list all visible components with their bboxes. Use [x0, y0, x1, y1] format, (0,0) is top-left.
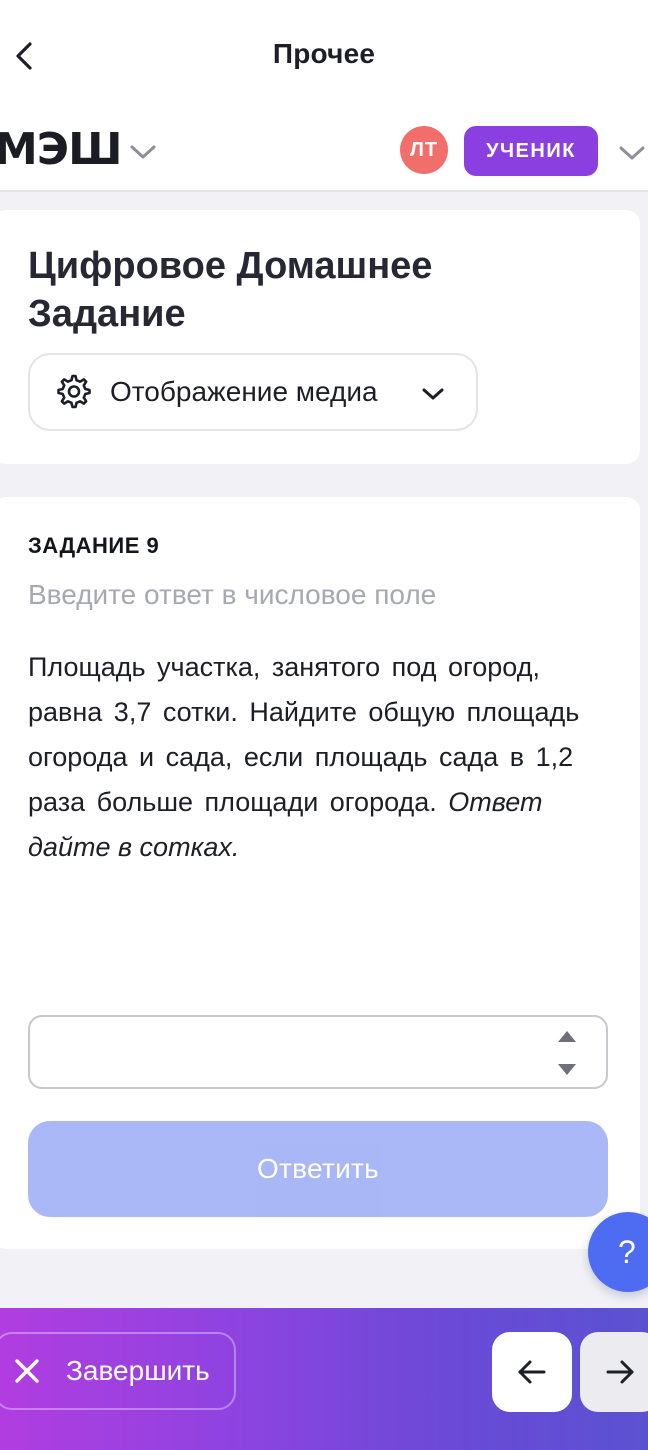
media-display-button[interactable]: Отображение медиа: [28, 353, 478, 431]
finish-label: Завершить: [66, 1355, 210, 1386]
task-number: ЗАДАНИЕ 9: [28, 533, 160, 558]
user-avatar[interactable]: ЛТ: [400, 126, 448, 174]
task-text: Площадь участка, занятого под огород, ра…: [28, 645, 613, 870]
gear-icon: [56, 374, 92, 410]
arrow-left-icon: [518, 1360, 546, 1384]
task-card: ЗАДАНИЕ 9 Введите ответ в числовое поле …: [0, 497, 640, 1249]
top-navigation-bar: Прочее: [0, 0, 648, 110]
arrow-right-icon: [606, 1360, 634, 1384]
homework-title: Цифровое Домашнее Задание: [28, 245, 433, 335]
submit-answer-button[interactable]: Ответить: [28, 1121, 608, 1217]
role-badge[interactable]: УЧЕНИК: [464, 126, 598, 176]
next-task-button[interactable]: [580, 1332, 648, 1412]
chevron-down-icon: [130, 145, 156, 159]
page-title: Прочее: [272, 38, 376, 69]
mesh-logo: МЭШ: [0, 124, 122, 175]
chevron-down-icon: [619, 146, 645, 160]
close-icon: [12, 1356, 42, 1386]
number-stepper: [556, 1031, 578, 1075]
previous-task-button[interactable]: [492, 1332, 572, 1412]
media-display-label: Отображение медиа: [110, 376, 378, 407]
answer-field: [28, 1015, 608, 1089]
decrement-icon[interactable]: [558, 1064, 576, 1075]
homework-header-card: Цифровое Домашнее Задание Отображение ме…: [0, 210, 640, 464]
increment-icon[interactable]: [558, 1031, 576, 1042]
answer-input[interactable]: [48, 1029, 532, 1077]
bottom-action-bar: Завершить: [0, 1308, 648, 1450]
task-instruction: Введите ответ в числовое поле: [28, 579, 437, 610]
services-menu-toggle[interactable]: [126, 138, 160, 166]
chevron-down-icon: [420, 381, 446, 407]
finish-button[interactable]: Завершить: [0, 1332, 236, 1410]
brand-header: МЭШ ЛТ УЧЕНИК: [0, 110, 648, 192]
profile-menu-toggle[interactable]: [618, 140, 648, 166]
